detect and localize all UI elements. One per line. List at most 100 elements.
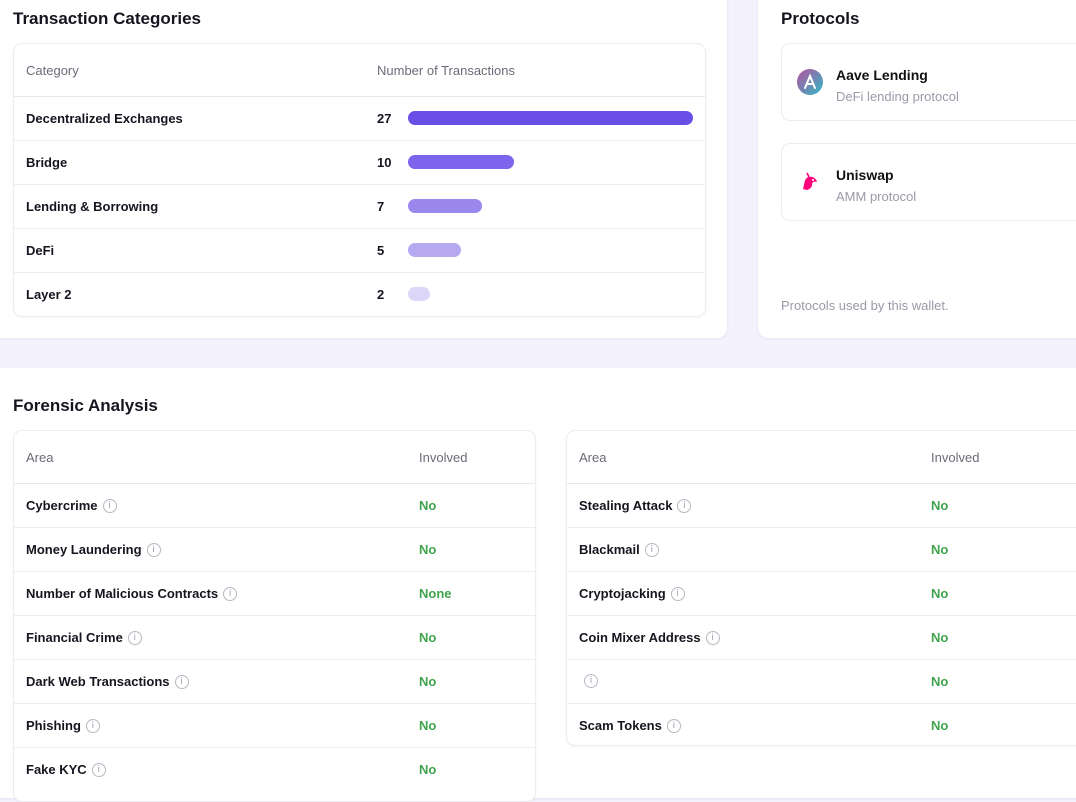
table-row: Layer 2 2 [14,273,705,316]
transaction-categories-table: Category Number of Transactions Decentra… [13,43,706,317]
area-cell: Money Laundering i [26,542,161,557]
info-icon[interactable]: i [223,586,238,601]
category-name: Layer 2 [26,287,72,302]
area-label: Financial Crime [26,630,123,645]
category-name: DeFi [26,243,55,258]
transaction-count: 27 [377,111,392,126]
info-icon[interactable]: i [644,542,659,557]
transaction-count: 7 [377,199,385,214]
uniswap-unicorn-icon [797,169,823,195]
transaction-count: 5 [377,243,385,258]
category-name: Lending & Borrowing [26,199,159,214]
info-icon[interactable]: i [584,674,598,688]
involved-status: None [419,586,452,601]
info-icon[interactable]: i [666,718,681,733]
table-row: Lending & Borrowing 7 [14,185,705,229]
area-label: Scam Tokens [579,718,662,733]
count-bar [408,287,430,301]
table-row: Stealing Attack i No [567,484,1076,528]
area-cell: Scam Tokens i [579,718,681,733]
forensic-table-left: Area Involved Cybercrime i No Money Launder… [13,430,536,802]
column-header-area: Area [26,450,54,465]
area-cell: Blackmail i [579,542,659,557]
column-header-area: Area [579,450,607,465]
table-row: Phishing i No [14,704,535,748]
category-name: Decentralized Exchanges [26,111,183,126]
area-cell: Coin Mixer Address i [579,630,720,645]
involved-status: No [419,762,437,777]
protocol-card-aave[interactable]: Aave Lending DeFi lending protocol [781,43,1076,121]
info-icon[interactable]: i [705,630,720,645]
category-name: Bridge [26,155,68,170]
involved-status: No [931,630,949,645]
table-row: Scam Tokens i No [567,704,1076,745]
area-label: Stealing Attack [579,498,673,513]
table-row: Number of Malicious Contracts i None [14,572,535,616]
area-cell: Dark Web Transactions i [26,674,189,689]
area-label: Dark Web Transactions [26,674,170,689]
involved-status: No [419,630,437,645]
table-row: i No [567,660,1076,704]
info-icon[interactable]: i [85,718,100,733]
count-bar [408,111,693,125]
column-header-involved: Involved [419,450,468,465]
info-icon[interactable]: i [91,762,106,777]
area-label: Coin Mixer Address [579,630,701,645]
table-row: Cybercrime i No [14,484,535,528]
area-cell: i [579,674,598,688]
transaction-categories-title: Transaction Categories [13,9,202,28]
info-icon[interactable]: i [677,498,692,513]
area-cell: Financial Crime i [26,630,142,645]
involved-status: No [419,498,437,513]
column-header-category: Category [26,63,79,78]
area-label: Cybercrime [26,498,98,513]
info-icon[interactable]: i [102,498,117,513]
area-cell: Stealing Attack i [579,498,692,513]
table-header: Category Number of Transactions [14,44,705,97]
area-label: Fake KYC [26,762,87,777]
table-row: Fake KYC i No [14,748,535,791]
table-header: Area Involved [567,431,1076,484]
forensic-table-right: Area Involved Stealing Attack i No Blackmai… [566,430,1076,746]
area-label: Blackmail [579,542,640,557]
column-header-involved: Involved [931,450,980,465]
area-cell: Fake KYC i [26,762,106,777]
transaction-count: 10 [377,155,392,170]
table-header: Area Involved [14,431,535,484]
protocol-card-uniswap[interactable]: Uniswap AMM protocol [781,143,1076,221]
table-row: Financial Crime i No [14,616,535,660]
area-cell: Cryptojacking i [579,586,685,601]
table-row: Money Laundering i No [14,528,535,572]
area-label: Phishing [26,718,81,733]
info-icon[interactable]: i [146,542,161,557]
forensic-analysis-title: Forensic Analysis [13,396,158,415]
count-bar [408,243,461,257]
area-label: Money Laundering [26,542,142,557]
count-bar [408,199,482,213]
count-bar [408,155,514,169]
table-row: Cryptojacking i No [567,572,1076,616]
area-cell: Number of Malicious Contracts i [26,586,238,601]
table-row: Bridge 10 [14,141,705,185]
area-label: Number of Malicious Contracts [26,586,219,601]
protocol-description: DeFi lending protocol [836,89,959,104]
area-label: Cryptojacking [579,586,666,601]
involved-status: No [931,586,949,601]
involved-status: No [419,542,437,557]
table-row: Blackmail i No [567,528,1076,572]
table-row: Coin Mixer Address i No [567,616,1076,660]
table-row: Decentralized Exchanges 27 [14,97,705,141]
protocols-note: Protocols used by this wallet. [781,298,949,313]
protocol-name: Aave Lending [836,67,928,83]
involved-status: No [931,718,949,733]
involved-status: No [419,718,437,733]
area-cell: Cybercrime i [26,498,117,513]
involved-status: No [931,498,949,513]
info-icon[interactable]: i [174,674,189,689]
info-icon[interactable]: i [670,586,685,601]
involved-status: No [931,542,949,557]
involved-status: No [419,674,437,689]
protocol-description: AMM protocol [836,189,917,204]
info-icon[interactable]: i [127,630,142,645]
transaction-count: 2 [377,287,385,302]
